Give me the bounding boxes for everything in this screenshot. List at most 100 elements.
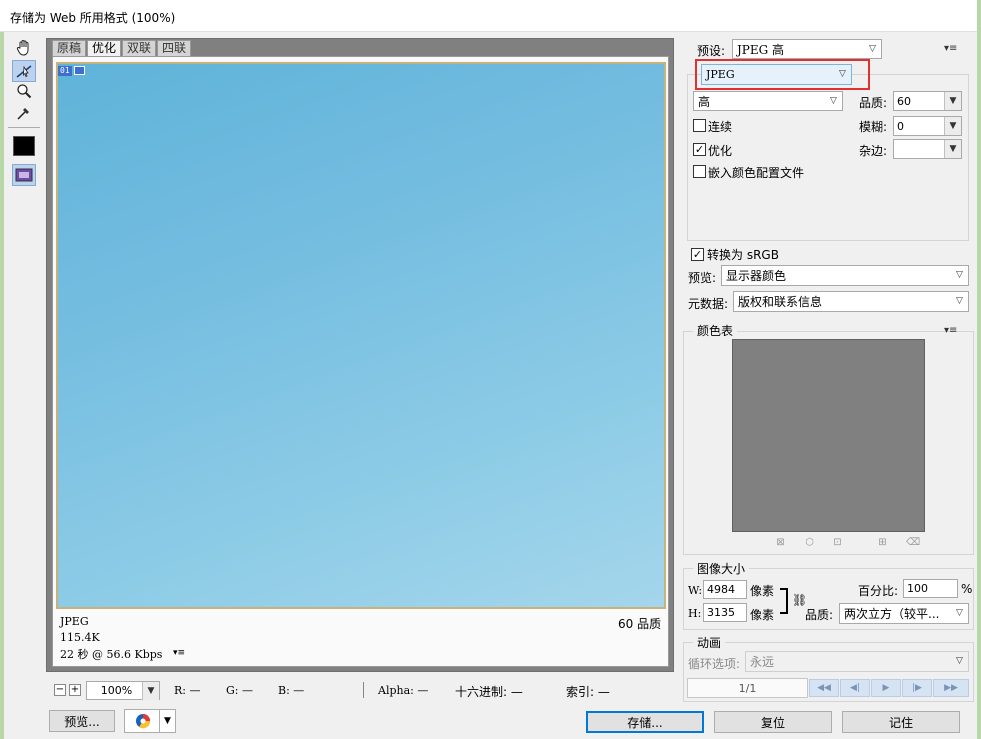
- blur-input[interactable]: 0 ▼: [893, 116, 962, 136]
- frame-counter: 1/1: [687, 678, 808, 698]
- compression-quality-select[interactable]: 高 ▽: [693, 91, 843, 111]
- zoom-out-button[interactable]: −: [54, 684, 66, 696]
- convert-srgb-checkbox-box[interactable]: ✓: [691, 248, 704, 261]
- matte-label: 杂边:: [859, 144, 888, 158]
- browser-select[interactable]: ▼: [124, 709, 176, 733]
- chevron-down-icon: ▽: [956, 270, 963, 280]
- preset-value: JPEG 高: [737, 42, 785, 57]
- last-frame-icon: ▶▶: [944, 683, 958, 693]
- embed-profile-label: 嵌入颜色配置文件: [708, 166, 805, 180]
- chevron-down-icon: ▼: [142, 682, 159, 700]
- color-table-menu-icon[interactable]: ▾≡: [944, 325, 957, 336]
- quality-input[interactable]: 60 ▼: [893, 91, 962, 111]
- convert-srgb-label: 转换为 sRGB: [707, 248, 779, 262]
- trash-icon[interactable]: ⌫: [906, 538, 920, 549]
- progressive-label: 连续: [708, 120, 733, 134]
- next-frame-button[interactable]: |▶: [902, 679, 932, 697]
- percent-input[interactable]: 100: [903, 579, 958, 598]
- color-table-title: 颜色表: [693, 322, 738, 339]
- tab-2-up[interactable]: 双联: [122, 40, 157, 56]
- previous-frame-icon: ◀|: [850, 683, 860, 693]
- slice-select-icon: [16, 65, 32, 78]
- embed-profile-checkbox-box[interactable]: [693, 165, 706, 178]
- embed-profile-checkbox[interactable]: [693, 165, 706, 181]
- red-readout: R: —: [174, 684, 201, 697]
- toggle-slices-visibility[interactable]: [12, 164, 36, 186]
- convert-srgb-checkbox[interactable]: ✓: [691, 247, 704, 261]
- quality-label: 品质:: [859, 96, 888, 110]
- animation-title: 动画: [693, 634, 726, 651]
- constrain-bracket: [780, 588, 788, 614]
- height-input[interactable]: 3135: [703, 603, 747, 622]
- eyedropper-color-swatch[interactable]: [13, 136, 35, 156]
- title-bar: 存储为 Web 所用格式 (100%): [0, 0, 981, 32]
- percent-unit: %: [961, 582, 973, 596]
- compression-quality-value: 高: [698, 94, 711, 109]
- slice-image-icon: [73, 66, 85, 75]
- preview-profile-select[interactable]: 显示器颜色 ▽: [721, 265, 969, 286]
- remember-button[interactable]: 记住: [842, 711, 960, 733]
- preview-profile-label: 预览:: [688, 271, 717, 285]
- browser-icon: [136, 714, 151, 729]
- preview-tabs: 原稿 优化 双联 四联: [52, 40, 192, 56]
- preset-menu-icon[interactable]: ▾≡: [944, 43, 957, 54]
- blue-readout: B: —: [278, 684, 305, 697]
- progressive-checkbox-box[interactable]: [693, 119, 706, 132]
- optimized-checkbox[interactable]: ✓: [693, 142, 706, 156]
- image-size-title: 图像大小: [693, 560, 750, 577]
- play-button[interactable]: ▶: [871, 679, 901, 697]
- loop-select[interactable]: 永远 ▽: [745, 651, 969, 672]
- link-chain-icon[interactable]: ⛓: [792, 593, 807, 607]
- tab-optimized[interactable]: 优化: [87, 40, 122, 56]
- preset-select[interactable]: JPEG 高 ▽: [732, 39, 882, 59]
- eyedropper-icon: [17, 108, 29, 120]
- resample-quality-select[interactable]: 两次立方（较平... ▽: [839, 603, 969, 624]
- tab-4-up[interactable]: 四联: [157, 40, 192, 56]
- slice-number: 01: [58, 65, 72, 76]
- loop-label: 循环选项:: [688, 657, 741, 671]
- previous-frame-button[interactable]: ◀|: [840, 679, 870, 697]
- toolbox-divider: [8, 127, 40, 128]
- resample-quality-label: 品质:: [805, 608, 834, 622]
- zoom-tool[interactable]: [12, 80, 36, 102]
- status-divider: [363, 682, 364, 698]
- height-unit: 像素: [750, 608, 775, 622]
- first-frame-icon: ◀◀: [817, 683, 831, 693]
- play-icon: ▶: [882, 683, 890, 693]
- metadata-value: 版权和联系信息: [738, 295, 823, 309]
- preview-quality: 60 品质: [618, 617, 662, 631]
- progressive-checkbox[interactable]: [693, 119, 706, 135]
- optimized-image-preview[interactable]: [56, 62, 666, 609]
- zoom-level-value: 100%: [100, 684, 133, 697]
- zoom-level-select[interactable]: 100% ▼: [86, 681, 160, 700]
- save-button[interactable]: 存储...: [586, 711, 704, 733]
- last-frame-button[interactable]: ▶▶: [933, 679, 969, 697]
- preview-in-browser-button[interactable]: 预览...: [49, 710, 115, 732]
- new-color-icon[interactable]: ⊞: [877, 538, 888, 549]
- eyedropper-tool[interactable]: [12, 102, 36, 124]
- chevron-down-icon: ▼: [944, 140, 961, 158]
- width-label: W:: [688, 584, 703, 597]
- matte-select[interactable]: ▼: [893, 139, 962, 159]
- tab-original[interactable]: 原稿: [52, 40, 87, 56]
- slice-select-tool[interactable]: [12, 60, 36, 82]
- reset-button[interactable]: 复位: [714, 711, 832, 733]
- color-table-swatch-area[interactable]: [732, 339, 925, 532]
- download-speed-menu-icon[interactable]: ▾≡: [173, 648, 185, 658]
- optimized-checkbox-box[interactable]: ✓: [693, 143, 706, 156]
- chevron-down-icon: ▼: [944, 117, 961, 135]
- chevron-down-icon: ▼: [159, 710, 175, 732]
- window-edge-right: [977, 0, 981, 739]
- map-transparent-icon[interactable]: ⊠: [775, 538, 786, 549]
- height-label: H:: [688, 607, 702, 620]
- first-frame-button[interactable]: ◀◀: [809, 679, 839, 697]
- zoom-in-button[interactable]: +: [69, 684, 81, 696]
- window-title: 存储为 Web 所用格式 (100%): [10, 11, 176, 25]
- resample-quality-value: 两次立方（较平...: [844, 607, 940, 621]
- web-shift-icon[interactable]: ⬡: [804, 538, 815, 549]
- width-input[interactable]: 4984: [703, 580, 747, 599]
- lock-color-icon[interactable]: ⊡: [832, 538, 843, 549]
- metadata-select[interactable]: 版权和联系信息 ▽: [733, 291, 969, 312]
- slices-visibility-icon: [15, 168, 33, 182]
- hand-tool[interactable]: [12, 37, 36, 59]
